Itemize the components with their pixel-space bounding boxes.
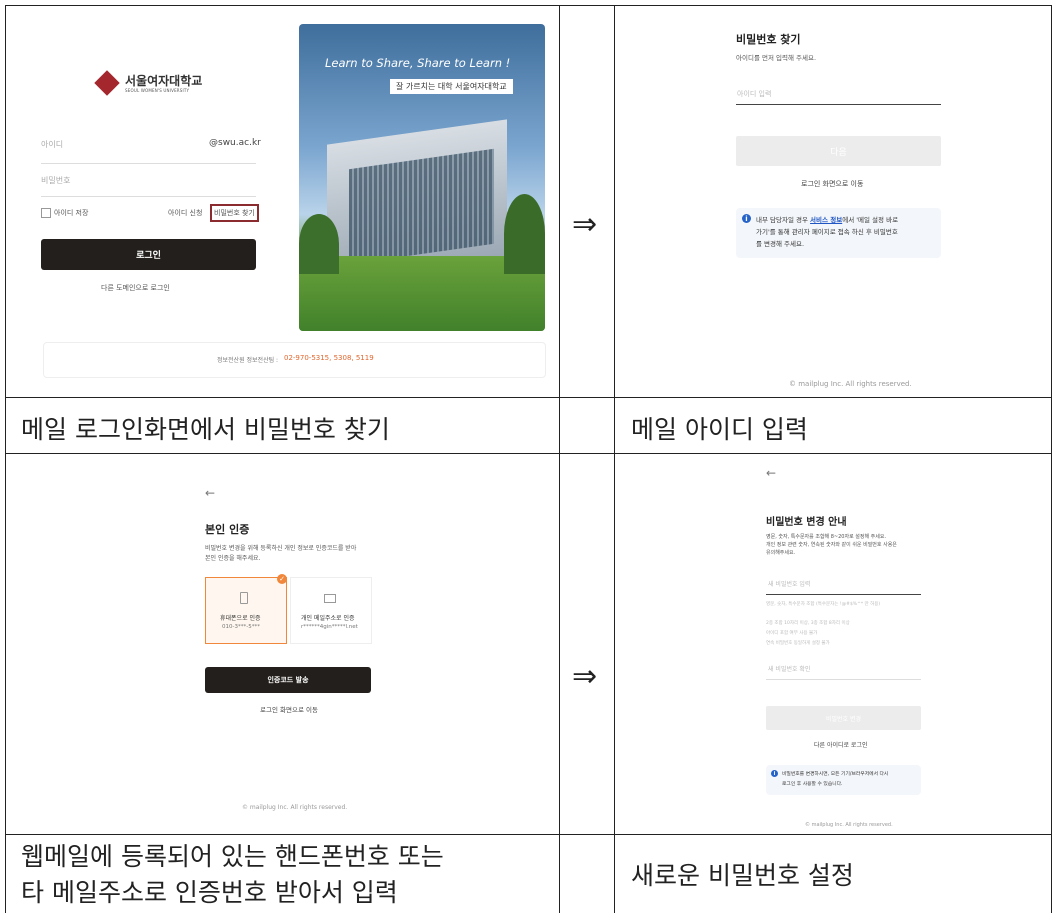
page-title: 비밀번호 찾기 bbox=[736, 33, 801, 46]
service-info-link[interactable]: 서비스 정보 bbox=[810, 216, 842, 224]
page-description-line3: 유의해주세요. bbox=[766, 550, 796, 556]
copyright: © mailplug Inc. All rights reserved. bbox=[805, 822, 893, 828]
rule-1: 영문, 숫자, 특수문자 조합 (특수문자는 !@#$%^* 만 허용) bbox=[766, 602, 881, 607]
banner-subtitle: 잘 가르치는 대학 서울여자대학교 bbox=[390, 79, 513, 94]
send-code-button[interactable]: 인증코드 발송 bbox=[205, 667, 371, 693]
mail-icon bbox=[324, 594, 336, 603]
info-icon: i bbox=[771, 770, 778, 777]
verify-screenshot: ← 본인 인증 비밀번호 변경을 위해 등록하신 개인 정보로 인증코드를 받아… bbox=[6, 454, 559, 834]
info-text-line3: 를 변경해 주세요. bbox=[756, 240, 805, 248]
page-description-line1: 비밀번호 변경을 위해 등록하신 개인 정보로 인증코드를 받아 bbox=[205, 545, 357, 552]
change-password-button[interactable]: 비밀번호 변경 bbox=[766, 706, 921, 730]
email-address: r******4gin*****l.net bbox=[301, 624, 358, 630]
university-name: 서울여자대학교 bbox=[125, 74, 203, 88]
domain-suffix: @swu.ac.kr bbox=[209, 138, 261, 148]
copyright: © mailplug Inc. All rights reserved. bbox=[242, 804, 348, 811]
table-border bbox=[5, 397, 1052, 398]
copyright: © mailplug Inc. All rights reserved. bbox=[789, 380, 912, 388]
info-text-line1: 내부 담당자일 경우 서비스 정보에서 '메일 설정 바로 bbox=[756, 214, 898, 224]
rule-4: 연속 비밀번호 동일하게 설정 불가 bbox=[766, 641, 830, 646]
phone-verify-card[interactable]: 휴대폰으로 인증 010-3***-5*** bbox=[205, 577, 287, 644]
email-verify-label: 개인 메일주소로 인증 bbox=[301, 615, 355, 622]
caption-verify-line1: 웹메일에 등록되어 있는 핸드폰번호 또는 bbox=[21, 842, 444, 871]
to-login-link[interactable]: 로그인 화면으로 이동 bbox=[801, 179, 863, 189]
tree bbox=[504, 194, 545, 274]
table-border-right bbox=[1051, 5, 1052, 913]
change-password-screenshot: ← 비밀번호 변경 안내 영문, 숫자, 특수문자를 조합해 8~20자로 설정… bbox=[615, 454, 1051, 834]
confirm-password-input[interactable]: 새 비밀번호 확인 bbox=[768, 664, 810, 673]
info-text-line1: 비밀번호를 변경하시면, 모든 기기/브라우저에서 다시 bbox=[782, 772, 889, 777]
id-input[interactable]: 아이디 입력 bbox=[737, 89, 771, 99]
arrow-right: ⇒ bbox=[572, 659, 598, 694]
info-box: i 내부 담당자일 경우 서비스 정보에서 '메일 설정 바로 가기'를 통해 … bbox=[736, 208, 941, 258]
rule-3: 아이디 포함 여부 사용 불가 bbox=[766, 631, 818, 636]
info-box: i 비밀번호를 변경하시면, 모든 기기/브라우저에서 다시 로그인 후 사용할… bbox=[766, 765, 921, 795]
caption-login-find-pw: 메일 로그인화면에서 비밀번호 찾기 bbox=[21, 415, 390, 444]
other-id-login-link[interactable]: 다른 아이디로 로그인 bbox=[814, 740, 868, 749]
new-password-input[interactable]: 새 비밀번호 입력 bbox=[768, 579, 810, 588]
rule-2: 2종 조합 10자리 이상, 3종 조합 8자리 이상 bbox=[766, 621, 850, 626]
find-password-link[interactable]: 비밀번호 찾기 bbox=[210, 204, 259, 222]
apply-id-link[interactable]: 아이디 신청 bbox=[168, 208, 202, 218]
page-description: 아이디를 먼저 입력해 주세요. bbox=[736, 54, 817, 62]
id-underline bbox=[736, 104, 941, 105]
contact-label: 정보전산원 정보전산팀 : bbox=[217, 357, 279, 364]
other-domain-login-link[interactable]: 다른 도메인으로 로그인 bbox=[101, 283, 170, 293]
confirm-password-underline bbox=[766, 679, 921, 680]
caption-new-password: 새로운 비밀번호 설정 bbox=[631, 861, 854, 890]
info-text-suffix: 에서 '메일 설정 바로 bbox=[842, 216, 899, 224]
id-underline bbox=[41, 163, 256, 164]
back-arrow-icon[interactable]: ← bbox=[766, 466, 776, 480]
info-icon: i bbox=[742, 214, 751, 223]
id-input[interactable]: 아이디 bbox=[41, 139, 63, 150]
campus-banner-image: Learn to Share, Share to Learn ! 잘 가르치는 … bbox=[299, 24, 545, 331]
page-title: 비밀번호 변경 안내 bbox=[766, 517, 847, 528]
save-id-checkbox[interactable] bbox=[41, 208, 51, 218]
password-underline bbox=[41, 196, 256, 197]
page-description-line2: 개인 정보 관련 숫자, 연속된 숫자와 같이 쉬운 비밀번호 사용은 bbox=[766, 542, 897, 548]
login-screenshot: 서울여자대학교 SEOUL WOMEN'S UNIVERSITY 아이디 @sw… bbox=[6, 6, 559, 397]
selected-check-icon: ✓ bbox=[277, 574, 287, 584]
password-input[interactable]: 비밀번호 bbox=[41, 175, 70, 186]
to-login-link[interactable]: 로그인 화면으로 이동 bbox=[260, 704, 318, 714]
caption-enter-id: 메일 아이디 입력 bbox=[631, 415, 808, 444]
page-description-line1: 영문, 숫자, 특수문자를 조합해 8~20자로 설정해 주세요. bbox=[766, 534, 887, 540]
page-title: 본인 인증 bbox=[205, 523, 250, 536]
info-text-line2: 로그인 후 사용할 수 있습니다. bbox=[782, 782, 843, 787]
document-table: ⇒ ⇒ 메일 로그인화면에서 비밀번호 찾기 메일 아이디 입력 웹메일에 등록… bbox=[5, 5, 1052, 913]
login-button[interactable]: 로그인 bbox=[41, 239, 256, 270]
caption-verify-line2: 타 메일주소로 인증번호 받아서 입력 bbox=[21, 878, 398, 907]
new-password-underline bbox=[766, 594, 921, 595]
contact-number: 02-970-5315, 5308, 5119 bbox=[284, 354, 374, 362]
table-border bbox=[5, 834, 1052, 835]
info-text-line2: 가기'를 통해 관리자 페이지로 접속 하신 후 비밀번호 bbox=[756, 228, 898, 236]
phone-icon bbox=[240, 592, 248, 604]
next-button[interactable]: 다음 bbox=[736, 136, 941, 166]
university-logo-icon bbox=[94, 70, 120, 96]
banner-slogan: Learn to Share, Share to Learn ! bbox=[325, 56, 511, 70]
university-name-en: SEOUL WOMEN'S UNIVERSITY bbox=[125, 88, 190, 93]
info-text-prefix: 내부 담당자일 경우 bbox=[756, 216, 811, 224]
tree bbox=[299, 214, 339, 274]
save-id-label: 아이디 저장 bbox=[54, 209, 89, 217]
table-border bbox=[559, 5, 560, 913]
find-password-screenshot: 비밀번호 찾기 아이디를 먼저 입력해 주세요. 아이디 입력 다음 로그인 화… bbox=[615, 6, 1051, 397]
phone-verify-label: 휴대폰으로 인증 bbox=[220, 615, 261, 622]
phone-number: 010-3***-5*** bbox=[222, 624, 260, 630]
email-verify-card[interactable]: 개인 메일주소로 인증 r******4gin*****l.net bbox=[290, 577, 372, 644]
back-arrow-icon[interactable]: ← bbox=[205, 486, 215, 500]
page-description-line2: 본인 인증을 해주세요. bbox=[205, 555, 261, 562]
arrow-right: ⇒ bbox=[572, 207, 598, 242]
